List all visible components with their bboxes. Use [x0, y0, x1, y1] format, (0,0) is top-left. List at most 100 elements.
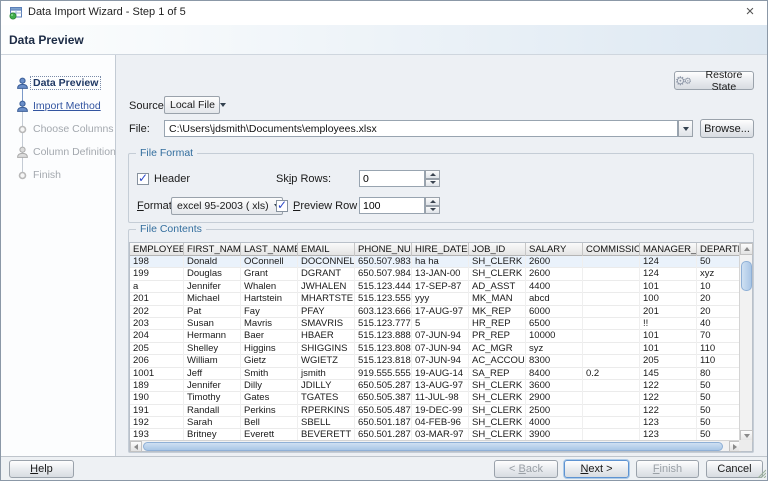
- table-cell[interactable]: Gates: [241, 392, 298, 404]
- table-cell[interactable]: 80: [697, 368, 741, 380]
- table-cell[interactable]: 50: [697, 417, 741, 429]
- preview-limit-increment-button[interactable]: [425, 197, 440, 206]
- table-cell[interactable]: 101: [640, 343, 697, 355]
- table-cell[interactable]: 206: [130, 355, 184, 367]
- format-dropdown[interactable]: excel 95-2003 ( xls): [171, 197, 283, 215]
- table-cell[interactable]: 603.123.6666: [355, 306, 412, 318]
- table-cell[interactable]: Jeff: [184, 368, 241, 380]
- table-cell[interactable]: [583, 405, 640, 417]
- restore-state-button[interactable]: ⚙⚙ Restore State: [674, 71, 754, 90]
- table-cell[interactable]: 919.555.5555: [355, 368, 412, 380]
- table-cell[interactable]: 515.123.4444: [355, 281, 412, 293]
- table-cell[interactable]: 4400: [526, 281, 583, 293]
- table-cell[interactable]: 0.2: [583, 368, 640, 380]
- table-cell[interactable]: 13-AUG-97: [412, 380, 469, 392]
- table-row[interactable]: 1001JeffSmithjsmith919.555.555519-AUG-14…: [130, 368, 741, 380]
- horizontal-scrollbar[interactable]: [130, 440, 741, 451]
- table-cell[interactable]: ha ha: [412, 256, 469, 268]
- table-cell[interactable]: SH_CLERK: [469, 268, 526, 280]
- table-cell[interactable]: 515.123.7777: [355, 318, 412, 330]
- table-cell[interactable]: 20: [697, 293, 741, 305]
- scroll-left-button[interactable]: [130, 441, 142, 452]
- table-cell[interactable]: SH_CLERK: [469, 405, 526, 417]
- column-header-lastname[interactable]: LAST_NAME: [241, 243, 298, 256]
- sidebar-step-import-method[interactable]: Import Method: [1, 96, 116, 119]
- column-header-departme[interactable]: DEPARTME..: [697, 243, 741, 256]
- table-cell[interactable]: SBELL: [298, 417, 355, 429]
- table-cell[interactable]: Hermann: [184, 330, 241, 342]
- table-cell[interactable]: 191: [130, 405, 184, 417]
- browse-button[interactable]: Browse...: [700, 119, 754, 138]
- table-cell[interactable]: 199: [130, 268, 184, 280]
- table-cell[interactable]: 11-JUL-98: [412, 392, 469, 404]
- scroll-up-button[interactable]: [740, 243, 753, 255]
- table-cell[interactable]: Pat: [184, 306, 241, 318]
- table-cell[interactable]: 650.505.3876: [355, 392, 412, 404]
- table-cell[interactable]: 650.507.9844: [355, 268, 412, 280]
- help-button[interactable]: Help: [9, 460, 74, 478]
- table-cell[interactable]: 122: [640, 392, 697, 404]
- table-cell[interactable]: 07-JUN-94: [412, 343, 469, 355]
- table-cell[interactable]: 07-JUN-94: [412, 355, 469, 367]
- skip-rows-input[interactable]: [359, 170, 425, 187]
- table-cell[interactable]: [583, 256, 640, 268]
- table-cell[interactable]: Higgins: [241, 343, 298, 355]
- table-cell[interactable]: MK_REP: [469, 306, 526, 318]
- table-cell[interactable]: 3600: [526, 380, 583, 392]
- table-cell[interactable]: 201: [130, 293, 184, 305]
- table-cell[interactable]: DGRANT: [298, 268, 355, 280]
- table-cell[interactable]: JWHALEN: [298, 281, 355, 293]
- table-cell[interactable]: 122: [640, 405, 697, 417]
- table-cell[interactable]: SA_REP: [469, 368, 526, 380]
- table-cell[interactable]: 650.505.4876: [355, 405, 412, 417]
- preview-row-limit-checkbox[interactable]: [276, 200, 288, 212]
- column-header-firstname[interactable]: FIRST_NAME: [184, 243, 241, 256]
- table-cell[interactable]: 13-JAN-00: [412, 268, 469, 280]
- table-cell[interactable]: 515.123.8181: [355, 355, 412, 367]
- table-cell[interactable]: AD_ASST: [469, 281, 526, 293]
- table-row[interactable]: 204HermannBaerHBAER515.123.888807-JUN-94…: [130, 330, 741, 342]
- table-cell[interactable]: [583, 392, 640, 404]
- table-cell[interactable]: 124: [640, 256, 697, 268]
- table-cell[interactable]: PR_REP: [469, 330, 526, 342]
- column-header-employeeid[interactable]: EMPLOYEE_ID: [130, 243, 184, 256]
- column-header-salary[interactable]: SALARY: [526, 243, 583, 256]
- table-cell[interactable]: xyz: [697, 268, 741, 280]
- table-cell[interactable]: 203: [130, 318, 184, 330]
- table-cell[interactable]: 515.123.5555: [355, 293, 412, 305]
- table-cell[interactable]: [583, 417, 640, 429]
- table-cell[interactable]: Grant: [241, 268, 298, 280]
- table-cell[interactable]: [583, 343, 640, 355]
- table-cell[interactable]: 101: [640, 330, 697, 342]
- table-row[interactable]: 198DonaldOConnellDOCONNEL650.507.9833ha …: [130, 256, 741, 268]
- column-header-email[interactable]: EMAIL: [298, 243, 355, 256]
- column-header-jobid[interactable]: JOB_ID: [469, 243, 526, 256]
- table-cell[interactable]: SH_CLERK: [469, 380, 526, 392]
- table-cell[interactable]: MK_MAN: [469, 293, 526, 305]
- table-cell[interactable]: 189: [130, 380, 184, 392]
- table-cell[interactable]: syz: [526, 343, 583, 355]
- table-cell[interactable]: [583, 306, 640, 318]
- table-cell[interactable]: 20: [697, 306, 741, 318]
- table-cell[interactable]: DOCONNEL: [298, 256, 355, 268]
- table-cell[interactable]: OConnell: [241, 256, 298, 268]
- table-cell[interactable]: !!: [640, 318, 697, 330]
- table-cell[interactable]: 515.123.8080: [355, 343, 412, 355]
- table-cell[interactable]: 17-SEP-87: [412, 281, 469, 293]
- table-cell[interactable]: SHIGGINS: [298, 343, 355, 355]
- table-cell[interactable]: 123: [640, 417, 697, 429]
- table-cell[interactable]: 50: [697, 380, 741, 392]
- skip-rows-decrement-button[interactable]: [425, 179, 440, 188]
- table-cell[interactable]: William: [184, 355, 241, 367]
- table-cell[interactable]: Mavris: [241, 318, 298, 330]
- table-cell[interactable]: 50: [697, 256, 741, 268]
- table-cell[interactable]: 19-AUG-14: [412, 368, 469, 380]
- table-cell[interactable]: abcd: [526, 293, 583, 305]
- header-checkbox[interactable]: [137, 173, 149, 185]
- preview-row-limit-input[interactable]: [359, 197, 425, 214]
- table-cell[interactable]: [583, 330, 640, 342]
- table-cell[interactable]: 1001: [130, 368, 184, 380]
- column-header-phonenu[interactable]: PHONE_NU...: [355, 243, 412, 256]
- table-cell[interactable]: 650.505.2876: [355, 380, 412, 392]
- table-cell[interactable]: yyy: [412, 293, 469, 305]
